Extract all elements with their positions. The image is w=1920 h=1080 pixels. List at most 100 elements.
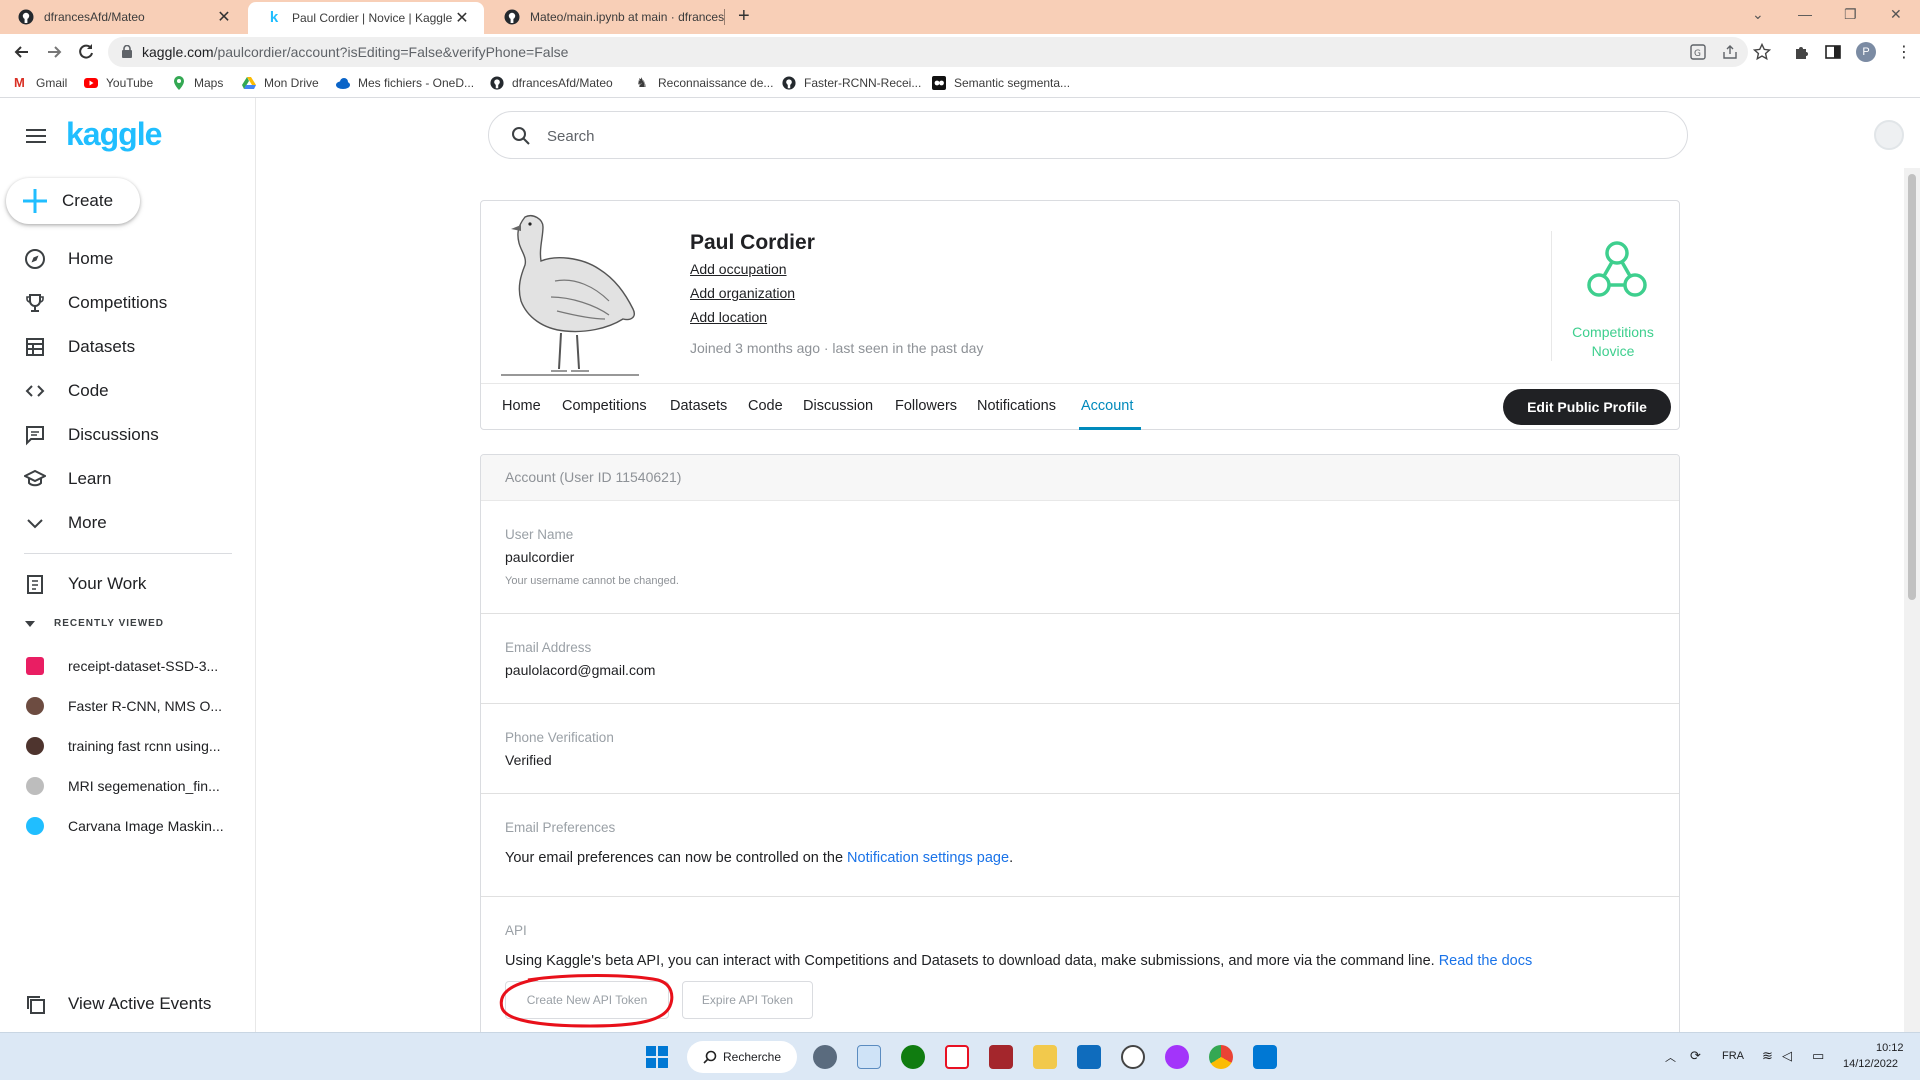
tab-discussion[interactable]: Discussion bbox=[803, 398, 873, 414]
extensions-icon[interactable] bbox=[1793, 43, 1811, 61]
browser-menu-icon[interactable]: ⋮ bbox=[1896, 42, 1912, 62]
bookmark-onedrive[interactable]: Mes fichiers - OneD... bbox=[336, 76, 474, 90]
chrome-icon[interactable] bbox=[1209, 1045, 1233, 1069]
share-icon[interactable] bbox=[1722, 44, 1738, 60]
sidebar-item-code[interactable]: Code bbox=[24, 375, 109, 407]
sidebar-item-competitions[interactable]: Competitions bbox=[24, 287, 167, 319]
app-icon[interactable] bbox=[989, 1045, 1013, 1069]
profile-tabs: Home Competitions Datasets Code Discussi… bbox=[481, 383, 1679, 430]
settings-icon[interactable] bbox=[813, 1045, 837, 1069]
browser-tab-github-notebook[interactable]: Mateo/main.ipynb at main · dfrancesAfd bbox=[486, 0, 724, 34]
view-active-events[interactable]: View Active Events bbox=[24, 988, 211, 1020]
bookmark-gmail[interactable]: M Gmail bbox=[14, 75, 67, 91]
expire-api-token-button[interactable]: Expire API Token bbox=[682, 981, 813, 1019]
active-tab-indicator bbox=[1079, 427, 1141, 430]
competitions-tier[interactable]: Competitions Novice bbox=[1551, 231, 1673, 361]
xbox-icon[interactable] bbox=[901, 1045, 925, 1069]
sidebar-item-more[interactable]: More bbox=[24, 507, 107, 539]
reload-icon[interactable] bbox=[76, 42, 96, 62]
bookmark-drive[interactable]: Mon Drive bbox=[242, 76, 319, 90]
minimize-icon[interactable]: — bbox=[1798, 6, 1812, 22]
file-explorer-icon[interactable] bbox=[1033, 1045, 1057, 1069]
read-the-docs-link[interactable]: Read the docs bbox=[1439, 953, 1533, 969]
window-close-icon[interactable]: ✕ bbox=[1890, 6, 1902, 23]
recent-item[interactable]: Faster R-CNN, NMS O... bbox=[26, 694, 222, 718]
messenger-icon[interactable] bbox=[1165, 1045, 1189, 1069]
bookmark-faster-rcnn[interactable]: Faster-RCNN-Recei... bbox=[782, 76, 921, 90]
clock-time[interactable]: 10:12 bbox=[1876, 1042, 1904, 1054]
bookmark-reconnaissance[interactable]: ♞ Reconnaissance de... bbox=[636, 76, 773, 91]
bookmark-star-icon[interactable] bbox=[1753, 43, 1771, 61]
sync-icon[interactable]: ⟳ bbox=[1690, 1048, 1701, 1064]
search-input[interactable] bbox=[547, 124, 1647, 148]
wifi-icon[interactable]: ≋ bbox=[1762, 1048, 1773, 1064]
recent-item[interactable]: receipt-dataset-SSD-3... bbox=[26, 654, 218, 678]
hamburger-menu-icon[interactable] bbox=[26, 128, 46, 144]
scrollbar-thumb[interactable] bbox=[1908, 174, 1916, 600]
bookmark-github-mateo[interactable]: dfrancesAfd/Mateo bbox=[490, 76, 613, 90]
joined-info: Joined 3 months ago · last seen in the p… bbox=[690, 340, 984, 356]
clock-date[interactable]: 14/12/2022 bbox=[1843, 1058, 1898, 1070]
sidebar-item-learn[interactable]: Learn bbox=[24, 463, 111, 495]
taskbar-search[interactable]: Recherche bbox=[687, 1041, 797, 1073]
add-occupation-link[interactable]: Add occupation bbox=[690, 261, 787, 277]
add-organization-link[interactable]: Add organization bbox=[690, 285, 795, 301]
notification-settings-link[interactable]: Notification settings page bbox=[847, 850, 1009, 866]
tray-chevron-icon[interactable]: ︿ bbox=[1665, 1049, 1676, 1065]
email-preferences-label: Email Preferences bbox=[505, 820, 616, 835]
kaggle-logo[interactable]: kaggle bbox=[66, 116, 162, 153]
add-location-link[interactable]: Add location bbox=[690, 309, 767, 325]
bookmark-maps[interactable]: Maps bbox=[172, 76, 223, 90]
tab-competitions[interactable]: Competitions bbox=[562, 398, 647, 414]
create-label: Create bbox=[62, 191, 114, 210]
new-tab-button[interactable]: + bbox=[738, 5, 750, 28]
restore-icon[interactable]: ❐ bbox=[1844, 6, 1857, 23]
school-icon bbox=[24, 469, 46, 487]
gmail-icon: M bbox=[14, 75, 25, 90]
tab-search-icon[interactable]: ⌄ bbox=[1752, 6, 1764, 23]
recent-item[interactable]: MRI segemenation_fin... bbox=[26, 774, 220, 798]
gear-app-icon[interactable] bbox=[1121, 1045, 1145, 1069]
page-scrollbar[interactable] bbox=[1904, 168, 1920, 1032]
battery-icon[interactable]: ▭ bbox=[1812, 1048, 1824, 1064]
close-icon[interactable]: ✕ bbox=[452, 8, 472, 28]
edit-public-profile-button[interactable]: Edit Public Profile bbox=[1503, 389, 1671, 425]
sidebar-divider bbox=[24, 553, 232, 554]
tab-code[interactable]: Code bbox=[748, 398, 783, 414]
tab-account[interactable]: Account bbox=[1081, 398, 1133, 414]
back-arrow-icon[interactable] bbox=[12, 42, 32, 62]
monitor-icon[interactable] bbox=[857, 1045, 881, 1069]
recent-item[interactable]: training fast rcnn using... bbox=[26, 734, 221, 758]
windows-start-icon[interactable] bbox=[645, 1045, 669, 1069]
forward-arrow-icon[interactable] bbox=[44, 42, 64, 62]
vscode-icon[interactable] bbox=[1253, 1045, 1277, 1069]
user-avatar-button[interactable] bbox=[1874, 120, 1904, 150]
translate-icon[interactable]: G bbox=[1690, 44, 1706, 60]
sidebar-item-datasets[interactable]: Datasets bbox=[24, 331, 135, 363]
language-indicator[interactable]: FRA bbox=[1722, 1050, 1744, 1062]
volume-icon[interactable]: ◁ bbox=[1782, 1048, 1792, 1064]
tab-notifications[interactable]: Notifications bbox=[977, 398, 1056, 414]
side-panel-icon[interactable] bbox=[1824, 43, 1842, 61]
snipping-tool-icon[interactable] bbox=[945, 1045, 969, 1069]
github-icon bbox=[18, 9, 34, 25]
recent-item[interactable]: Carvana Image Maskin... bbox=[26, 814, 224, 838]
close-icon[interactable]: ✕ bbox=[214, 7, 234, 27]
tab-title: dfrancesAfd/Mateo bbox=[44, 10, 145, 24]
browser-tab-github-mateo[interactable]: dfrancesAfd/Mateo ✕ bbox=[0, 0, 246, 34]
bookmark-semantic-segmentation[interactable]: Semantic segmenta... bbox=[932, 76, 1070, 90]
browser-profile-avatar[interactable]: P bbox=[1856, 42, 1876, 62]
tab-home[interactable]: Home bbox=[502, 398, 541, 414]
bookmark-youtube[interactable]: YouTube bbox=[84, 76, 153, 90]
create-button[interactable]: Create bbox=[6, 178, 140, 224]
tab-followers[interactable]: Followers bbox=[895, 398, 957, 414]
mail-icon[interactable] bbox=[1077, 1045, 1101, 1069]
sidebar-item-your-work[interactable]: Your Work bbox=[24, 568, 146, 600]
address-bar[interactable]: kaggle.com/paulcordier/account?isEditing… bbox=[108, 37, 1748, 67]
recently-viewed-heading[interactable]: RECENTLY VIEWED bbox=[24, 618, 164, 629]
search-bar[interactable] bbox=[488, 111, 1688, 159]
browser-tab-kaggle[interactable]: k Paul Cordier | Novice | Kaggle ✕ bbox=[248, 2, 484, 34]
sidebar-item-home[interactable]: Home bbox=[24, 243, 113, 275]
tab-datasets[interactable]: Datasets bbox=[670, 398, 727, 414]
sidebar-item-discussions[interactable]: Discussions bbox=[24, 419, 159, 451]
